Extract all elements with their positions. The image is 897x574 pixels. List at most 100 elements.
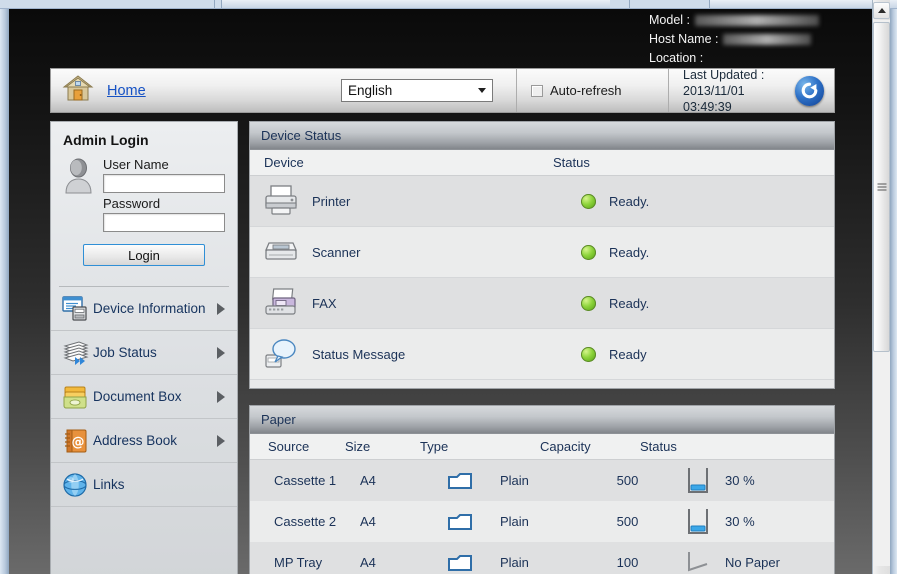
fax-icon bbox=[250, 286, 312, 320]
printer-icon bbox=[250, 184, 312, 218]
location-label: Location : bbox=[649, 51, 704, 65]
paper-source: Cassette 2 bbox=[274, 514, 337, 529]
device-name: FAX bbox=[312, 295, 337, 311]
scrollbar-up-button[interactable] bbox=[873, 2, 890, 19]
home-link[interactable]: Home bbox=[107, 83, 146, 99]
paper-size: A4 bbox=[360, 555, 376, 570]
device-name: Status Message bbox=[312, 346, 406, 362]
sidebar-item-job-status[interactable]: Job Status bbox=[51, 331, 237, 375]
vertical-scrollbar[interactable] bbox=[872, 0, 890, 574]
job-status-icon bbox=[61, 340, 91, 366]
chevron-right-icon bbox=[217, 390, 227, 403]
language-select-value: English bbox=[348, 83, 393, 98]
paper-type-icon bbox=[420, 471, 500, 491]
table-row: Cassette 1 A4 Plain 500 30 % bbox=[250, 460, 834, 501]
device-status-header-row: Device Status bbox=[250, 150, 834, 176]
paper-header-row: Source Size Type Capacity Status bbox=[250, 434, 834, 460]
host-name-label: Host Name : bbox=[649, 32, 719, 46]
device-status-text: Ready. bbox=[609, 244, 650, 260]
table-row: Printer Ready. bbox=[250, 176, 834, 227]
device-name: Scanner bbox=[312, 244, 361, 260]
user-name-label: User Name bbox=[103, 157, 169, 172]
chevron-right-icon bbox=[217, 346, 227, 359]
header-bar: Home English Auto-refresh Last Updated :… bbox=[50, 67, 835, 115]
paper-type: Plain bbox=[500, 473, 529, 488]
paper-source: MP Tray bbox=[274, 555, 323, 570]
masthead: Model : Host Name : Location : bbox=[649, 11, 874, 68]
sidebar-item-document-box[interactable]: Document Box bbox=[51, 375, 237, 419]
table-row: MP Tray A4 Plain 100 No Paper bbox=[250, 542, 834, 574]
auto-refresh-checkbox[interactable] bbox=[531, 84, 543, 97]
sidebar-item-address-book[interactable]: @ Address Book bbox=[51, 419, 237, 463]
column-header-capacity: Capacity bbox=[540, 439, 591, 454]
paper-status: 30 % bbox=[725, 473, 755, 488]
admin-login-box: Admin Login User Name Password Login bbox=[51, 122, 237, 278]
paper-status: 30 % bbox=[725, 514, 755, 529]
column-header-type: Type bbox=[420, 439, 449, 454]
sidebar-item-label: Address Book bbox=[93, 433, 178, 448]
table-row: Scanner Ready. bbox=[250, 227, 834, 278]
login-button[interactable]: Login bbox=[83, 244, 205, 266]
table-row: Status Message Ready bbox=[250, 329, 834, 380]
model-label: Model : bbox=[649, 13, 690, 27]
scrollbar-grip-icon bbox=[877, 183, 886, 191]
svg-text:@: @ bbox=[72, 435, 85, 450]
home-house-icon bbox=[62, 74, 94, 107]
chevron-right-icon bbox=[217, 302, 227, 315]
last-updated-label: Last Updated : bbox=[683, 67, 765, 82]
paper-panel-title: Paper bbox=[250, 406, 834, 434]
password-label: Password bbox=[103, 196, 161, 211]
paper-type-icon bbox=[420, 512, 500, 532]
masthead-model-row: Model : bbox=[649, 11, 874, 30]
language-select[interactable]: English bbox=[341, 79, 493, 102]
paper-panel: Paper Source Size Type Capacity Status C… bbox=[249, 405, 835, 574]
device-name: Printer bbox=[312, 193, 351, 209]
paper-capacity: 500 bbox=[616, 514, 639, 529]
refresh-icon[interactable] bbox=[794, 75, 824, 106]
window-border-right bbox=[890, 9, 897, 574]
paper-level-icon-empty bbox=[670, 548, 725, 574]
device-status-text: Ready bbox=[609, 346, 647, 362]
home-cell: Home bbox=[51, 69, 341, 112]
sidebar-item-label: Job Status bbox=[93, 345, 157, 360]
user-name-input[interactable] bbox=[103, 174, 225, 193]
table-row: Cassette 2 A4 Plain 500 30 % bbox=[250, 501, 834, 542]
sidebar-item-links[interactable]: Links bbox=[51, 463, 237, 507]
password-input[interactable] bbox=[103, 213, 225, 232]
links-globe-icon bbox=[61, 472, 91, 498]
column-header-device: Device bbox=[264, 155, 304, 170]
scrollbar-thumb[interactable] bbox=[873, 22, 890, 352]
column-header-size: Size bbox=[345, 439, 371, 454]
sidebar-item-device-information[interactable]: Device Information bbox=[51, 287, 237, 331]
column-header-paper-status: Status bbox=[640, 439, 677, 454]
model-value-redacted bbox=[695, 15, 819, 26]
last-updated-text: Last Updated : 2013/11/01 03:49:39 bbox=[683, 67, 795, 115]
last-updated-cell: Last Updated : 2013/11/01 03:49:39 bbox=[668, 67, 834, 115]
last-updated-value: 2013/11/01 03:49:39 bbox=[683, 83, 745, 114]
paper-status: No Paper bbox=[725, 555, 780, 570]
document-box-icon bbox=[61, 384, 91, 410]
auto-refresh-cell[interactable]: Auto-refresh bbox=[516, 69, 668, 112]
status-led bbox=[567, 346, 609, 362]
column-header-source: Source bbox=[268, 439, 310, 454]
status-led bbox=[567, 193, 609, 209]
admin-login-title: Admin Login bbox=[63, 132, 149, 148]
avatar bbox=[63, 154, 95, 232]
device-status-text: Ready. bbox=[609, 295, 650, 311]
host-name-value-redacted bbox=[723, 34, 812, 45]
paper-size: A4 bbox=[360, 514, 376, 529]
column-header-status: Status bbox=[553, 155, 590, 170]
device-status-text: Ready. bbox=[609, 193, 650, 209]
paper-source: Cassette 1 bbox=[274, 473, 337, 488]
scanner-icon bbox=[250, 235, 312, 269]
chevron-right-icon bbox=[217, 434, 227, 447]
status-led bbox=[567, 244, 609, 260]
paper-capacity: 500 bbox=[616, 473, 639, 488]
address-book-icon: @ bbox=[61, 428, 91, 454]
browser-window: Model : Host Name : Location : Home Engl… bbox=[0, 0, 897, 574]
window-chrome-top bbox=[0, 0, 897, 9]
paper-level-icon bbox=[670, 507, 725, 537]
paper-level-icon bbox=[670, 466, 725, 496]
device-status-panel: Device Status Device Status Printer Read… bbox=[249, 121, 835, 389]
device-status-body: Device Status Printer Ready. Scanner Rea… bbox=[250, 150, 834, 380]
